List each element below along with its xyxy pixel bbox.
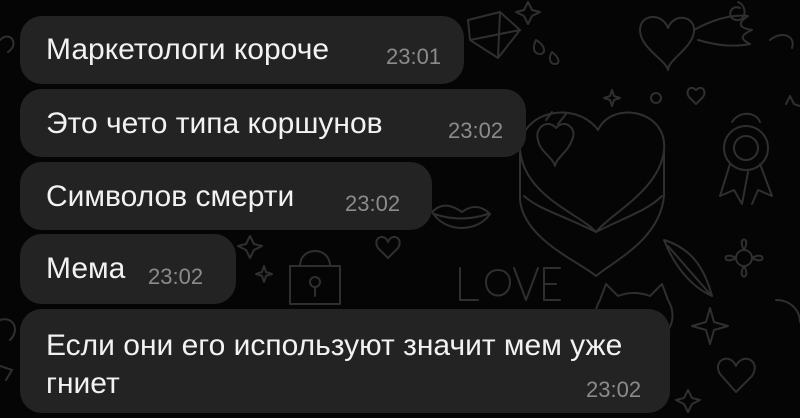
gem-icon xyxy=(467,11,521,59)
star-icon xyxy=(255,265,273,283)
message-time: 23:01 xyxy=(386,44,442,69)
message-time: 23:02 xyxy=(448,118,504,143)
swirl-icon xyxy=(0,318,16,341)
flower-icon xyxy=(724,238,764,278)
small-heart-icon xyxy=(686,86,706,105)
message-time: 23:02 xyxy=(345,191,401,216)
message-bubble[interactable]: Маркетологи короче 23:01 xyxy=(20,16,464,84)
love-text-icon xyxy=(459,267,561,301)
small-heart-icon xyxy=(375,235,401,259)
swirl-icon xyxy=(769,33,794,49)
star-icon xyxy=(603,89,621,107)
message-bubble[interactable]: Символов смерти 23:02 xyxy=(20,162,432,230)
star-icon xyxy=(785,95,800,107)
message-text: Это чето типа коршунов xyxy=(46,107,383,140)
message-time: 23:02 xyxy=(148,264,204,289)
small-heart-icon xyxy=(717,357,756,393)
message-bubble[interactable]: Это чето типа коршунов 23:02 xyxy=(20,89,526,157)
drop-icon xyxy=(548,51,560,65)
swirl-icon xyxy=(0,35,15,53)
message-text: Если они его используют значит мем уже г… xyxy=(46,329,623,400)
star-icon xyxy=(515,1,541,25)
chat-view: Маркетологи короче 23:01 Это чето типа к… xyxy=(0,0,800,418)
sparkle-icon xyxy=(691,307,729,345)
drop-icon xyxy=(532,39,546,55)
swirl-icon xyxy=(775,299,800,323)
ring-icon xyxy=(650,92,662,104)
message-text: Маркетологи короче xyxy=(46,33,330,66)
feather-icon xyxy=(663,239,713,297)
heart-cake-icon xyxy=(519,111,666,277)
message-bubble[interactable]: Если они его используют значит мем уже г… xyxy=(20,309,670,413)
message-text: Мема xyxy=(46,252,126,285)
ribbon-badge-icon xyxy=(719,112,773,205)
swirl-icon xyxy=(729,1,746,22)
star-icon xyxy=(675,389,701,413)
swirl-icon xyxy=(0,365,13,381)
message-text: Символов смерти xyxy=(46,180,295,213)
message-time: 23:02 xyxy=(586,377,642,402)
message-bubble[interactable]: Мема 23:02 xyxy=(20,234,236,304)
padlock-icon xyxy=(289,250,341,305)
winged-heart-icon xyxy=(639,14,753,71)
lips-icon xyxy=(431,204,491,229)
star-icon xyxy=(237,235,263,259)
